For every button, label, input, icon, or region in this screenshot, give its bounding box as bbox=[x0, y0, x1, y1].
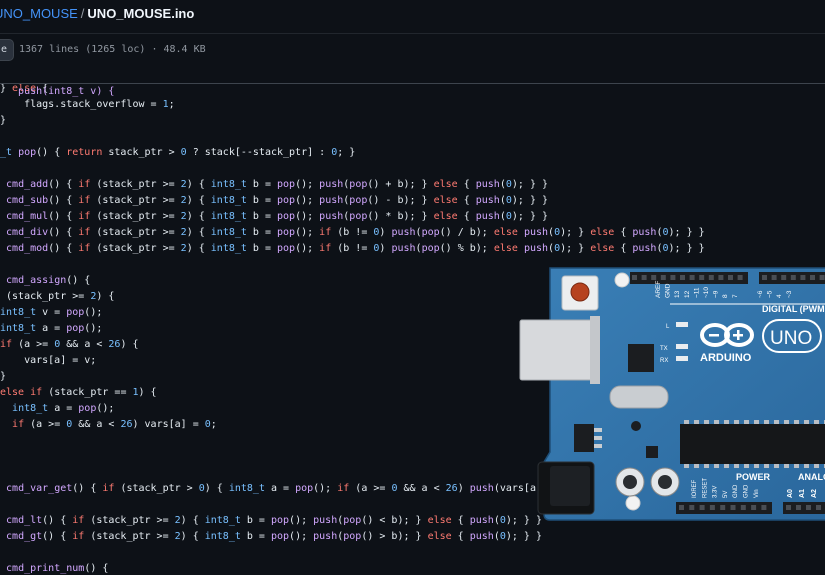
code-line: } bbox=[0, 371, 7, 382]
code-line: cmd_print_num() { bbox=[6, 563, 109, 574]
pin-label: 4 bbox=[776, 294, 783, 298]
power-pin-label: RESET bbox=[702, 478, 708, 498]
pin-label: AREF bbox=[655, 281, 662, 298]
file-info-bar: e 1367 lines (1265 loc) · 48.4 KB bbox=[0, 33, 825, 67]
code-line: int8_t a = pop(); bbox=[0, 323, 103, 334]
code-line: if (a >= 0 && a < 26) vars[a] = 0; bbox=[12, 419, 217, 430]
power-pin-label: 3.3V bbox=[713, 486, 719, 498]
power-pin-label: GND bbox=[733, 484, 739, 498]
code-line: int8_t v = pop(); bbox=[0, 307, 103, 318]
pin-label: ~5 bbox=[767, 290, 774, 298]
pin-label: ~11 bbox=[693, 287, 700, 298]
code-line: cmd_assign() { bbox=[6, 275, 91, 286]
analog-label: ANALOG IN bbox=[798, 472, 825, 482]
sticky-scope-line[interactable]: push(int8_t v) { bbox=[0, 66, 825, 97]
pin-label: ~3 bbox=[786, 290, 793, 298]
led-label-rx: RX bbox=[660, 358, 668, 364]
power-pin-label: Vin bbox=[754, 489, 760, 498]
breadcrumb-file-name: UNO_MOUSE.ino bbox=[87, 6, 195, 21]
code-line: if (a >= 0 && a < 26) { bbox=[0, 339, 139, 350]
code-line: (stack_ptr >= 2) { bbox=[0, 291, 115, 302]
pin-label: ~6 bbox=[757, 290, 764, 298]
code-line: else if (stack_ptr == 1) { bbox=[0, 387, 157, 398]
pin-label: 12 bbox=[684, 290, 691, 298]
code-line: vars[a] = v; bbox=[0, 355, 97, 366]
pin-label: ~9 bbox=[713, 290, 720, 298]
digital-label: DIGITAL (PWM~) bbox=[762, 304, 825, 314]
code-view-button-label: e bbox=[1, 44, 8, 55]
breadcrumb-separator: / bbox=[80, 6, 85, 21]
breadcrumb: UNO_MOUSE / UNO_MOUSE.ino bbox=[0, 0, 825, 28]
analog-pin-label: A2 bbox=[811, 489, 818, 498]
power-label: POWER bbox=[736, 472, 771, 482]
breadcrumb-repo-link[interactable]: UNO_MOUSE bbox=[0, 6, 78, 21]
power-pin-label: 5V bbox=[723, 491, 729, 498]
pin-label: 13 bbox=[674, 290, 681, 298]
code-line: cmd_add() { if (stack_ptr >= 2) { int8_t… bbox=[6, 179, 549, 190]
pin-label: 7 bbox=[732, 294, 739, 298]
code-line: _t pop() { return stack_ptr > 0 ? stack[… bbox=[0, 147, 356, 158]
arduino-uno-board-image: DIGITAL (PWM~) L TX RX ARDUINO UNO POWER… bbox=[519, 267, 825, 521]
pin-label: GND bbox=[665, 283, 672, 298]
uno-model-text: UNO bbox=[770, 328, 812, 349]
code-line: cmd_div() { if (stack_ptr >= 2) { int8_t… bbox=[6, 227, 705, 238]
code-line: cmd_gt() { if (stack_ptr >= 2) { int8_t … bbox=[6, 531, 542, 542]
code-line: cmd_lt() { if (stack_ptr >= 2) { int8_t … bbox=[6, 515, 542, 526]
pin-label: 8 bbox=[722, 294, 729, 298]
power-pin-label: IOREF bbox=[692, 479, 698, 498]
analog-pin-label: A0 bbox=[787, 489, 794, 498]
code-line: cmd_mod() { if (stack_ptr >= 2) { int8_t… bbox=[6, 243, 705, 254]
led-label-tx: TX bbox=[660, 346, 668, 352]
code-line: int8_t a = pop(); bbox=[12, 403, 115, 414]
code-line: cmd_sub() { if (stack_ptr >= 2) { int8_t… bbox=[6, 195, 549, 206]
code-line: } bbox=[0, 115, 7, 126]
analog-pin-label: A1 bbox=[799, 489, 806, 498]
code-line: cmd_mul() { if (stack_ptr >= 2) { int8_t… bbox=[6, 211, 549, 222]
code-line: cmd_var_get() { if (stack_ptr > 0) { int… bbox=[6, 483, 584, 494]
sticky-scope-text: push(int8_t v) { bbox=[18, 86, 115, 97]
arduino-brand-text: ARDUINO bbox=[700, 352, 752, 364]
file-meta: 1367 lines (1265 loc) · 48.4 KB bbox=[19, 44, 206, 55]
code-view-button[interactable]: e bbox=[0, 39, 14, 61]
power-pin-label: GND bbox=[744, 484, 750, 498]
pin-label: ~10 bbox=[703, 287, 710, 298]
